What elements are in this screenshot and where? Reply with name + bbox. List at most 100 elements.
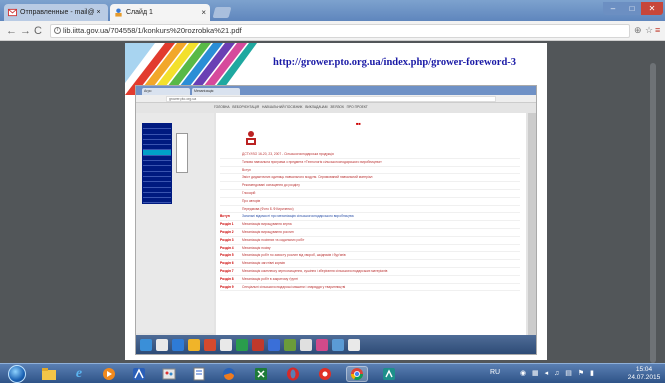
close-window-button[interactable]: ✕: [641, 2, 663, 15]
zoom-icon[interactable]: ⊕: [634, 25, 642, 36]
content-row: Розділ 7 Механізація комплексу зерноочище…: [220, 268, 520, 276]
forward-arrow-icon[interactable]: →: [20, 24, 31, 38]
embedded-scrollbar: [528, 113, 536, 335]
clock-date: 24.07.2015: [627, 374, 661, 381]
content-row-key: [220, 167, 242, 174]
content-row-link: Рекомендовані оснащення до розділу: [242, 183, 300, 188]
content-row-key: Розділ 2: [220, 229, 234, 234]
maximize-button[interactable]: □: [623, 2, 641, 15]
excel-icon: [255, 368, 267, 380]
clock[interactable]: 15:04 24.07.2015: [626, 366, 662, 382]
content-row-key: [220, 190, 242, 197]
excel-taskbar-button[interactable]: [250, 366, 272, 382]
internet-explorer-icon: e: [75, 366, 83, 381]
embedded-taskbar-icon: [220, 339, 232, 351]
bookmark-star-icon[interactable]: ☆: [645, 25, 653, 36]
ms-app-taskbar-button[interactable]: [128, 366, 150, 382]
content-row-link: Механізація вирощування зерна: [242, 222, 292, 227]
start-button[interactable]: [8, 365, 26, 383]
content-row-link: Механізація робіт в закритому ґрунті: [242, 276, 299, 281]
tab-mail[interactable]: Отправленные - mail@ ×: [4, 4, 108, 21]
app-taskbar-button[interactable]: [378, 366, 400, 382]
folder-icon: [42, 368, 56, 380]
content-row-link: Механізація комплексу зерноочищення, суш…: [242, 268, 388, 273]
embedded-menu-item: ПРО ПРОЕКТ: [346, 105, 368, 109]
content-row-key: [220, 174, 242, 181]
content-row-key: Розділ 8: [220, 276, 234, 281]
info-icon[interactable]: i: [54, 27, 61, 34]
embedded-taskbar-icon: [204, 339, 216, 351]
content-row-link: Механізація заготівлі кормів: [242, 261, 285, 266]
media-player-taskbar-button[interactable]: [98, 366, 120, 382]
opera-icon: [287, 367, 299, 381]
embedded-taskbar-icon: [252, 339, 264, 351]
embedded-menu-bar: ГОЛОВНА ВЕБОРІЄНТАЦІЯ НАВЧАЛЬНИЙ ПОСІБНИ…: [214, 104, 534, 110]
opera-taskbar-button[interactable]: [282, 366, 304, 382]
media-player-icon: [103, 368, 115, 380]
content-row: Зміст дидактичних одиниць навчального мо…: [220, 174, 520, 183]
system-tray-icons[interactable]: ◉ ▦ ◂ ♫ ▤ ⚑ ▮: [520, 369, 596, 377]
embedded-taskbar-icon: [316, 339, 328, 351]
content-row-key: [220, 206, 242, 213]
content-row: Розділ 6 Механізація заготівлі кормів: [220, 260, 520, 268]
content-row-link: Механізація робіт по захисту рослин від …: [242, 253, 346, 258]
reload-icon[interactable]: C: [34, 24, 42, 38]
slide-icon: [115, 8, 122, 17]
content-row-link: Спеціальні сільськогосподарські машини і…: [242, 284, 346, 289]
new-tab-button[interactable]: [212, 7, 232, 18]
windows-taskbar: e RU ◉ ▦ ◂ ♫ ▤ ⚑ ▮ 15:04 24.07.2015: [0, 363, 665, 383]
pdf-scrollbar-thumb[interactable]: [650, 63, 656, 363]
content-row-key: Розділ 1: [220, 222, 234, 227]
content-row: Розділ 2 Механізація вирощування рослин: [220, 229, 520, 237]
content-row: Розділ 9 Спеціальні сільськогосподарські …: [220, 284, 520, 292]
embedded-nav-item: [143, 198, 171, 204]
ie-taskbar-button[interactable]: e: [68, 366, 90, 382]
embedded-taskbar-icon: [156, 339, 168, 351]
content-row-link: Зміст дидактичних одиниць навчального мо…: [242, 175, 373, 180]
browser-toolbar: ← → C i lib.iitta.gov.ua/704558/1/konkur…: [0, 21, 665, 41]
paint-taskbar-button[interactable]: [158, 366, 180, 382]
content-row: Розділ 5 Механізація робіт по захисту рос…: [220, 252, 520, 261]
tab-slide[interactable]: Слайд 1 ×: [110, 4, 210, 21]
header-url[interactable]: http://grower.pto.org.ua/index.php/growe…: [273, 57, 516, 68]
firefox-taskbar-button[interactable]: [218, 366, 240, 382]
menu-icon[interactable]: ≡: [655, 25, 660, 35]
content-row-key: Розділ 6: [220, 261, 234, 266]
documents-taskbar-button[interactable]: [188, 366, 210, 382]
back-arrow-icon[interactable]: ←: [6, 24, 17, 38]
embedded-tab: Механізація: [192, 88, 240, 95]
embedded-left-nav: [142, 123, 172, 205]
content-row: Типова навчальна програма з предмета «Те…: [220, 159, 520, 167]
close-tab-icon[interactable]: ×: [201, 8, 206, 17]
embedded-address-bar: grower.pto.org.ua: [166, 96, 496, 102]
reader-icon: [246, 131, 256, 145]
embedded-title-mark: ■■: [356, 121, 361, 126]
embedded-screenshot: Агро Механізація grower.pto.org.ua ГОЛОВ…: [135, 85, 537, 355]
embedded-tab: Агро: [142, 88, 190, 95]
language-indicator[interactable]: RU: [490, 369, 500, 376]
address-bar[interactable]: i lib.iitta.gov.ua/704558/1/konkurs%20ro…: [50, 24, 630, 38]
content-row-link: Глосарій: [242, 190, 256, 195]
chrome-taskbar-button[interactable]: [346, 366, 368, 382]
content-row-link: Механізація вирощування рослин: [242, 229, 294, 234]
paint-icon: [162, 368, 176, 380]
embedded-tab-strip: Агро Механізація: [136, 86, 536, 95]
content-row: Розділ 3 Механізація посівних та садильни…: [220, 237, 520, 245]
content-row-link: Загальні відомості про механізацію сільс…: [242, 214, 354, 219]
embedded-menu-item: ВИКЛАДАЧАМ: [305, 105, 328, 109]
embedded-taskbar-icon: [284, 339, 296, 351]
content-row-key: Вступ: [220, 214, 230, 219]
chrome-icon: [351, 368, 363, 381]
content-row: ДСТУ/ISO 16-20, 23, 2007 - Сільськогоспо…: [220, 151, 520, 159]
explorer-taskbar-button[interactable]: [38, 366, 60, 382]
content-row: Рекомендовані оснащення до розділу: [220, 182, 520, 190]
content-row-key: [220, 151, 242, 158]
minimize-button[interactable]: –: [603, 2, 623, 15]
tab-mail-label: Отправленные - mail@ ×: [20, 9, 101, 16]
content-row-link: Типова навчальна програма з предмета «Те…: [242, 159, 382, 164]
yandex-browser-icon: [319, 368, 331, 380]
content-row-key: [220, 198, 242, 205]
yandex-taskbar-button[interactable]: [314, 366, 336, 382]
content-row: Розділ 4 Механізація посіву: [220, 245, 520, 253]
content-row-key: Розділ 7: [220, 268, 234, 273]
